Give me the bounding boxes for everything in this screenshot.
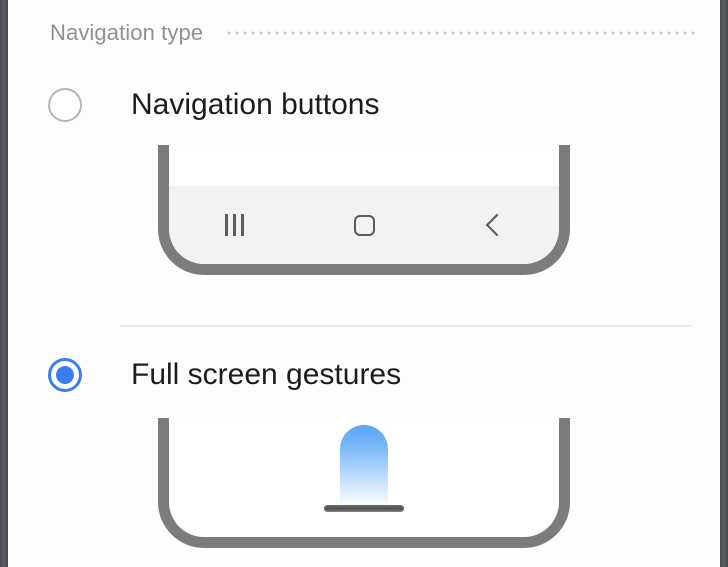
phone-frame-gestures [158, 418, 570, 548]
section-header: Navigation type [50, 18, 698, 48]
radio-navigation-buttons[interactable] [48, 88, 82, 122]
swipe-up-icon [340, 425, 388, 507]
settings-screen: Navigation type Navigation buttons Full … [0, 0, 728, 567]
gesture-handle-icon [324, 505, 404, 512]
nav-key-back [459, 208, 529, 242]
option-navigation-buttons[interactable]: Navigation buttons [48, 77, 700, 133]
navigation-type-page: Navigation type Navigation buttons Full … [8, 0, 720, 567]
option-label-full-screen-gestures: Full screen gestures [131, 358, 402, 391]
home-icon [353, 214, 375, 236]
phone-frame-buttons [158, 145, 570, 275]
navigation-bar-preview [169, 186, 559, 264]
back-icon [485, 213, 508, 237]
illustration-full-screen-gestures [8, 418, 720, 548]
recents-icon [224, 214, 244, 236]
page-title: Navigation type [50, 20, 204, 45]
illustration-navigation-buttons [8, 145, 720, 275]
nav-key-recents [199, 208, 269, 242]
option-label-navigation-buttons: Navigation buttons [131, 88, 380, 121]
gesture-preview [169, 416, 559, 526]
device-left-edge [0, 0, 8, 567]
nav-key-home [329, 208, 399, 242]
option-full-screen-gestures[interactable]: Full screen gestures [48, 347, 700, 403]
radio-full-screen-gestures[interactable] [48, 358, 82, 392]
section-divider [120, 325, 692, 327]
device-right-edge [720, 0, 728, 567]
header-dotted-rule [225, 31, 698, 35]
